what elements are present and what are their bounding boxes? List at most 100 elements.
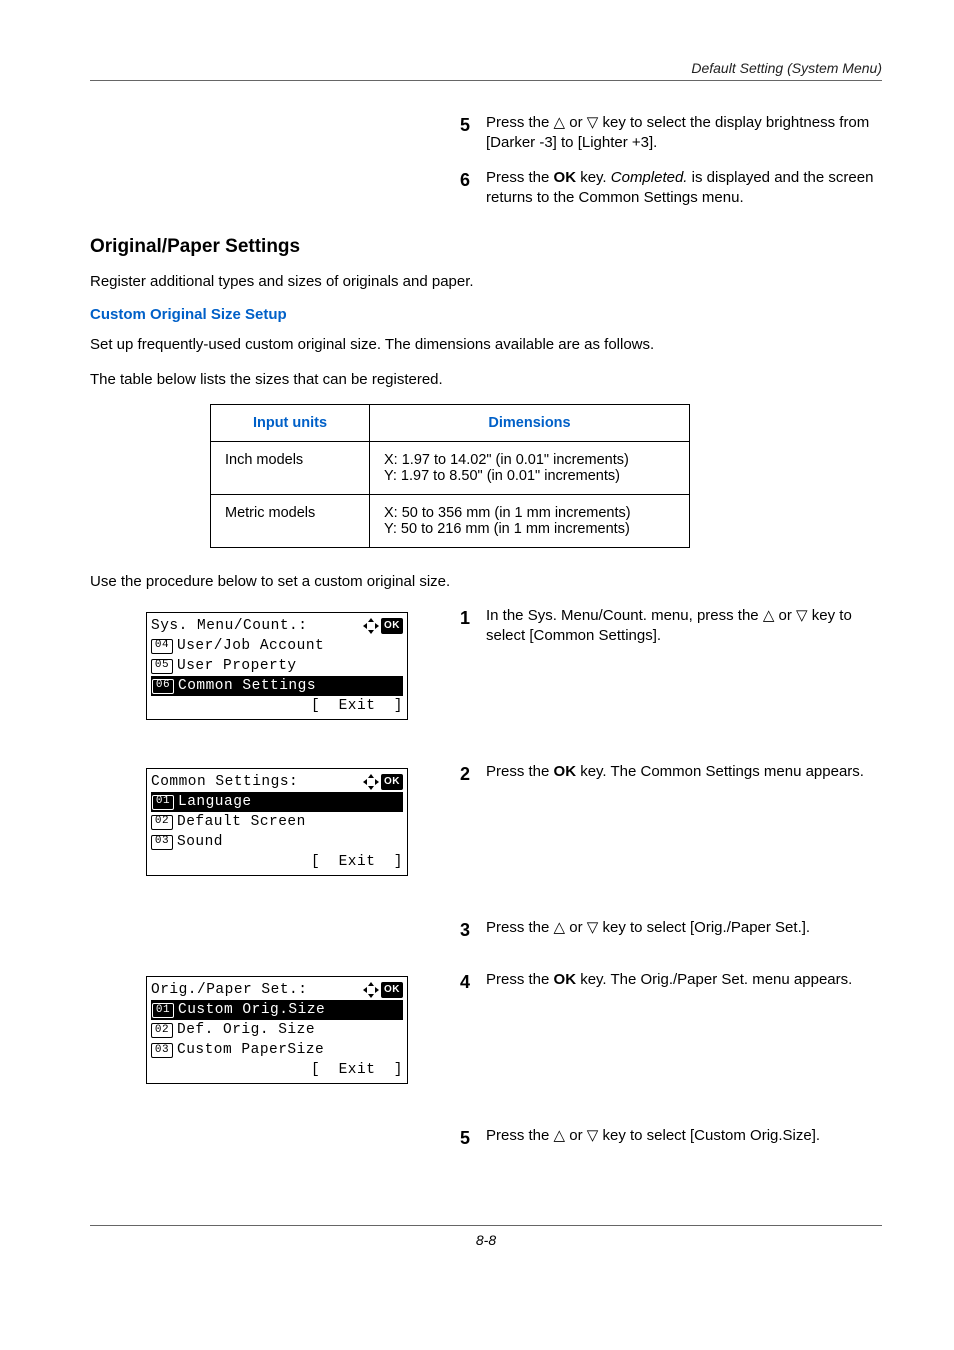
step-text: Press the OK key. Completed. is displaye… <box>486 168 882 209</box>
step-6: 6 Press the OK key. Completed. is displa… <box>460 168 882 209</box>
up-triangle-icon: △ <box>554 919 566 936</box>
lcd-item-label: Custom Orig.Size <box>178 1000 325 1020</box>
t: key. The Common Settings menu appears. <box>576 763 864 780</box>
footer-rule <box>90 1225 882 1226</box>
t: Completed. <box>611 169 688 186</box>
lcd-item: 03 Custom PaperSize <box>151 1040 403 1060</box>
t: OK <box>554 763 577 780</box>
t: or <box>565 114 587 131</box>
up-triangle-icon: △ <box>554 1127 566 1144</box>
paragraph: Set up frequently-used custom original s… <box>90 335 882 355</box>
lcd-item-label: Default Screen <box>177 812 306 832</box>
lcd-exit-label: [ Exit ] <box>311 1060 403 1080</box>
nav-cross-icon <box>364 983 378 997</box>
step-number: 5 <box>460 1126 486 1150</box>
section-intro: Register additional types and sizes of o… <box>90 272 882 292</box>
t: key to select [Custom Orig.Size]. <box>598 1127 820 1144</box>
down-triangle-icon: ▽ <box>796 607 808 624</box>
item-num-icon: 02 <box>151 1023 173 1038</box>
lcd-item: 04 User/Job Account <box>151 636 403 656</box>
step-text: Press the OK key. The Orig./Paper Set. m… <box>486 970 882 990</box>
lcd-title-row: Orig./Paper Set.: OK <box>151 980 403 1000</box>
lcd-item-selected: 06Common Settings <box>151 676 403 696</box>
lcd-item-label: Custom PaperSize <box>177 1040 324 1060</box>
ok-icon: OK <box>381 982 403 998</box>
step-number: 5 <box>460 113 486 137</box>
t: key. The Orig./Paper Set. menu appears. <box>576 971 852 988</box>
step-1: 1 In the Sys. Menu/Count. menu, press th… <box>460 606 882 647</box>
t: In the Sys. Menu/Count. menu, press the <box>486 607 763 624</box>
t: Press the <box>486 763 554 780</box>
paragraph: The table below lists the sizes that can… <box>90 370 882 390</box>
step-text: Press the OK key. The Common Settings me… <box>486 762 882 782</box>
step-text: Press the △ or ▽ key to select [Custom O… <box>486 1126 882 1146</box>
table-row: Inch models X: 1.97 to 14.02" (in 0.01" … <box>211 441 690 494</box>
lcd-orig-paper-set: Orig./Paper Set.: OK 01Custom Orig.Size … <box>146 976 408 1084</box>
header-rule <box>90 80 882 81</box>
down-triangle-icon: ▽ <box>587 114 599 131</box>
item-num-icon: 04 <box>151 639 173 654</box>
t: Press the <box>486 114 554 131</box>
lcd-exit-label: [ Exit ] <box>311 696 403 716</box>
table-header-row: Input units Dimensions <box>211 404 690 441</box>
lcd-item-label: Def. Orig. Size <box>177 1020 315 1040</box>
t: OK <box>554 169 577 186</box>
lcd-title-row: Sys. Menu/Count.: OK <box>151 616 403 636</box>
top-step-list: 5 Press the △ or ▽ key to select the dis… <box>460 113 882 208</box>
t: or <box>565 1127 587 1144</box>
nav-cross-icon <box>364 775 378 789</box>
step-number: 2 <box>460 762 486 786</box>
lcd-footer: [ Exit ] <box>151 696 403 716</box>
t: Press the <box>486 971 554 988</box>
step-4: 4 Press the OK key. The Orig./Paper Set.… <box>460 970 882 994</box>
lcd-exit-label: [ Exit ] <box>311 852 403 872</box>
lcd-item-label: Sound <box>177 832 223 852</box>
ok-icon: OK <box>381 774 403 790</box>
t: or <box>774 607 796 624</box>
step-number: 3 <box>460 918 486 942</box>
table-row: Metric models X: 50 to 356 mm (in 1 mm i… <box>211 494 690 547</box>
step-number: 6 <box>460 168 486 192</box>
lcd-item-selected: 01 Custom Orig.Size <box>151 1000 403 1020</box>
lcd-title: Sys. Menu/Count.: <box>151 616 307 636</box>
lcd-title: Common Settings: <box>151 772 298 792</box>
step-text: In the Sys. Menu/Count. menu, press the … <box>486 606 882 647</box>
lcd-item-label: User/Job Account <box>177 636 324 656</box>
running-header: Default Setting (System Menu) <box>691 60 882 76</box>
lcd-footer: [ Exit ] <box>151 1060 403 1080</box>
lcd-item-selected: 01Language <box>151 792 403 812</box>
item-num-icon: 03 <box>151 1043 173 1058</box>
subheading: Custom Original Size Setup <box>90 306 882 323</box>
item-num-icon: 05 <box>151 659 173 674</box>
down-triangle-icon: ▽ <box>587 1127 599 1144</box>
lcd-title-row: Common Settings: OK <box>151 772 403 792</box>
dimensions-table: Input units Dimensions Inch models X: 1.… <box>210 404 690 548</box>
item-num-icon: 03 <box>151 835 173 850</box>
lcd-item-label: Common Settings <box>178 676 316 696</box>
lcd-footer: [ Exit ] <box>151 852 403 872</box>
col-header-dimensions: Dimensions <box>370 404 690 441</box>
ok-icon: OK <box>381 618 403 634</box>
paragraph: Use the procedure below to set a custom … <box>90 572 882 592</box>
step-5: 5 Press the △ or ▽ key to select the dis… <box>460 113 882 154</box>
lcd-item: 03 Sound <box>151 832 403 852</box>
step-3: 3 Press the △ or ▽ key to select [Orig./… <box>460 918 882 942</box>
step-5b: 5 Press the △ or ▽ key to select [Custom… <box>460 1126 882 1150</box>
t: key. <box>576 169 611 186</box>
col-header-units: Input units <box>211 404 370 441</box>
cell-dim: X: 1.97 to 14.02" (in 0.01" increments) … <box>370 441 690 494</box>
t: OK <box>554 971 577 988</box>
cell-units: Inch models <box>211 441 370 494</box>
lcd-title: Orig./Paper Set.: <box>151 980 307 1000</box>
step-number: 1 <box>460 606 486 630</box>
lcd-item: 02Default Screen <box>151 812 403 832</box>
step-2: 2 Press the OK key. The Common Settings … <box>460 762 882 786</box>
item-num-icon: 01 <box>152 1003 174 1018</box>
cell-units: Metric models <box>211 494 370 547</box>
nav-cross-icon <box>364 619 378 633</box>
t: key to select [Orig./Paper Set.]. <box>598 919 810 936</box>
t: Press the <box>486 1127 554 1144</box>
section-heading: Original/Paper Settings <box>90 236 882 258</box>
t: or <box>565 919 587 936</box>
step-text: Press the △ or ▽ key to select the displ… <box>486 113 882 154</box>
